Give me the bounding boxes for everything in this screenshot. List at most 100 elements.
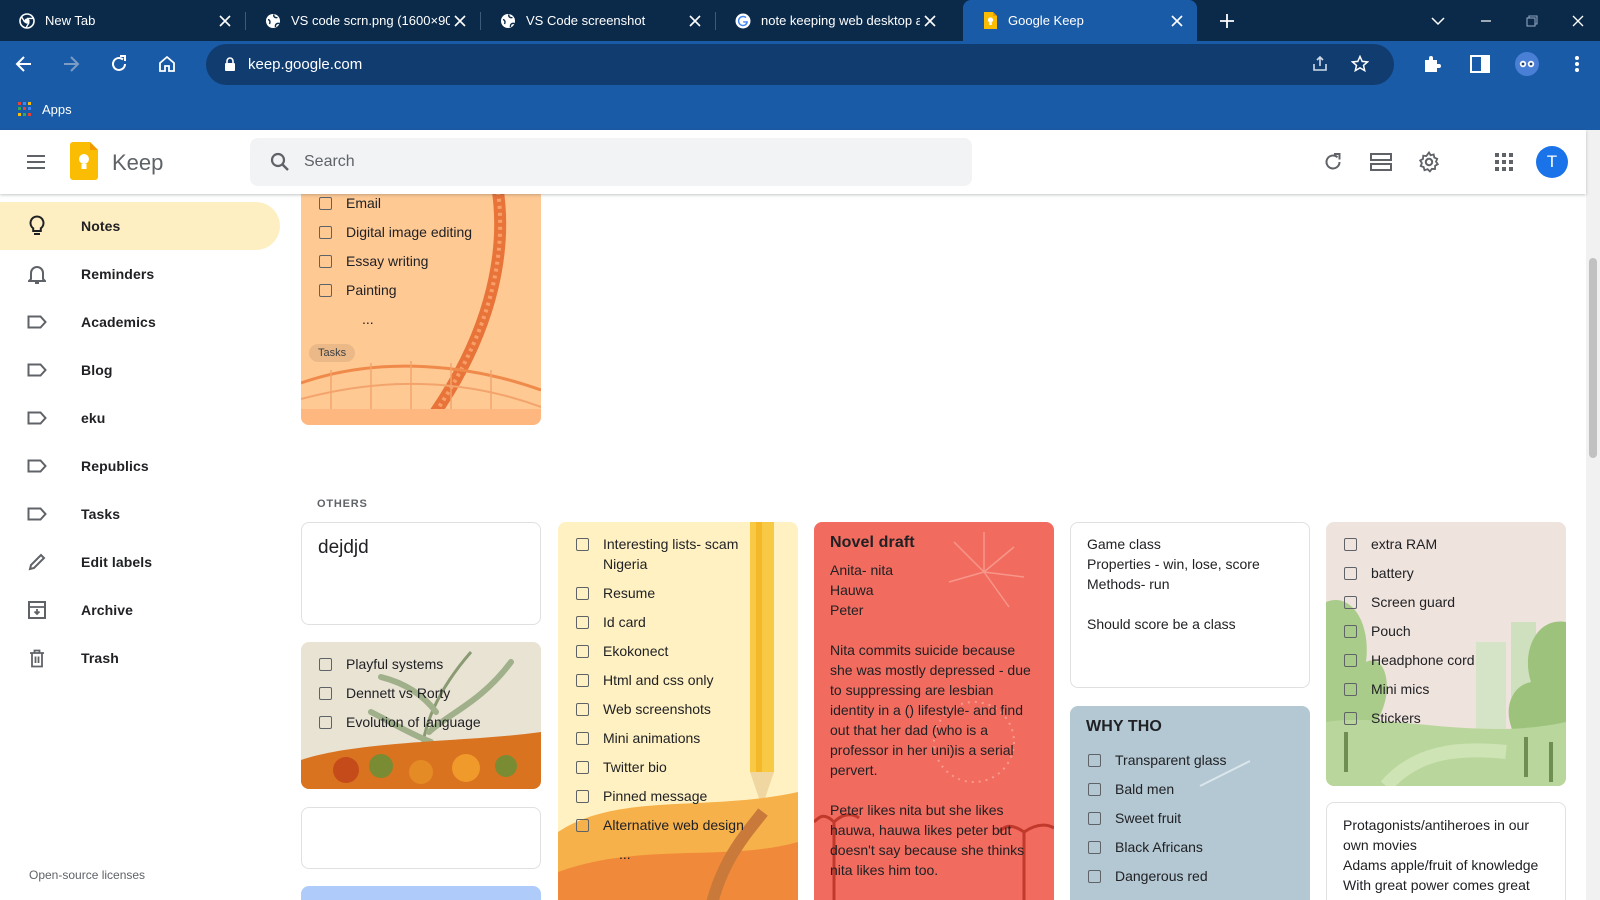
app-name[interactable]: Keep	[112, 150, 163, 176]
checkbox[interactable]	[576, 616, 589, 629]
sidebar-item-reminders[interactable]: Reminders	[0, 250, 280, 298]
home-button[interactable]	[151, 48, 183, 80]
minimize-button[interactable]	[1471, 6, 1501, 36]
note-extra-ram[interactable]: extra RAM battery Screen guard Pouch Hea…	[1326, 522, 1566, 786]
checkbox[interactable]	[319, 197, 332, 210]
account-avatar[interactable]: T	[1536, 146, 1568, 178]
refresh-button[interactable]	[1313, 142, 1353, 182]
sidebar-item-blog[interactable]: Blog	[0, 346, 280, 394]
checkbox[interactable]	[1344, 596, 1357, 609]
share-icon[interactable]	[1304, 48, 1336, 80]
side-panel-icon[interactable]	[1464, 48, 1496, 80]
close-icon[interactable]	[920, 11, 940, 31]
checklist-item: Transparent glass	[1115, 752, 1227, 768]
reload-button[interactable]	[103, 48, 135, 80]
checkbox[interactable]	[576, 587, 589, 600]
checkbox[interactable]	[1344, 712, 1357, 725]
checkbox[interactable]	[1088, 812, 1101, 825]
checkbox[interactable]	[1088, 783, 1101, 796]
profile-icon[interactable]	[1511, 48, 1543, 80]
new-tab-button[interactable]	[1214, 8, 1240, 34]
tab-search-button[interactable]	[1423, 6, 1453, 36]
forward-button[interactable]	[55, 48, 87, 80]
close-icon[interactable]	[685, 11, 705, 31]
checkbox[interactable]	[576, 645, 589, 658]
checkbox[interactable]	[319, 716, 332, 729]
checkbox[interactable]	[576, 819, 589, 832]
note-why-tho[interactable]: WHY THO Transparent glass Bald men Sweet…	[1070, 706, 1310, 900]
checklist-item: Dennett vs Rorty	[346, 685, 451, 701]
restore-button[interactable]	[1517, 6, 1547, 36]
sidebar-item-trash[interactable]: Trash	[0, 634, 280, 682]
checkbox[interactable]	[319, 284, 332, 297]
note-tasks[interactable]: Email Digital image editing Essay writin…	[301, 185, 541, 425]
note-dejdjd[interactable]: dejdjd	[301, 522, 541, 625]
checkbox[interactable]	[576, 790, 589, 803]
checkbox[interactable]	[576, 538, 589, 551]
sidebar-item-archive[interactable]: Archive	[0, 586, 280, 634]
bookmark-star-icon[interactable]	[1344, 48, 1376, 80]
close-window-button[interactable]	[1563, 6, 1593, 36]
tab-google-keep[interactable]: Google Keep	[963, 0, 1197, 41]
checkbox[interactable]	[576, 761, 589, 774]
label-chip[interactable]: Tasks	[309, 344, 356, 362]
checkbox[interactable]	[1344, 567, 1357, 580]
url-text[interactable]: keep.google.com	[248, 56, 362, 73]
keep-logo[interactable]	[70, 142, 98, 180]
search-bar[interactable]	[250, 138, 972, 186]
checkbox[interactable]	[319, 255, 332, 268]
open-source-licenses-link[interactable]: Open-source licenses	[29, 868, 145, 882]
close-icon[interactable]	[450, 11, 470, 31]
checkbox[interactable]	[1088, 841, 1101, 854]
sidebar-item-notes[interactable]: Notes	[0, 202, 280, 250]
checkbox[interactable]	[1088, 754, 1101, 767]
scrollbar-thumb[interactable]	[1589, 258, 1597, 458]
lock-icon[interactable]	[222, 57, 238, 72]
note-game-class[interactable]: Game class Properties - win, lose, score…	[1070, 522, 1310, 688]
checkbox[interactable]	[319, 687, 332, 700]
note-playful-systems[interactable]: Playful systems Dennett vs Rorty Evoluti…	[301, 642, 541, 789]
back-button[interactable]	[8, 48, 40, 80]
tab-new-tab[interactable]: New Tab	[0, 0, 245, 41]
checkbox[interactable]	[576, 674, 589, 687]
settings-button[interactable]	[1409, 142, 1449, 182]
sidebar-item-edit-labels[interactable]: Edit labels	[0, 538, 280, 586]
sidebar-item-academics[interactable]: Academics	[0, 298, 280, 346]
checkbox[interactable]	[319, 658, 332, 671]
checkbox[interactable]	[1344, 625, 1357, 638]
note-empty[interactable]	[301, 807, 541, 869]
checkbox[interactable]	[1088, 870, 1101, 883]
checkbox[interactable]	[1344, 654, 1357, 667]
page-scrollbar[interactable]	[1586, 130, 1600, 900]
checkbox[interactable]	[1344, 538, 1357, 551]
list-view-button[interactable]	[1361, 142, 1401, 182]
tab-note-keeping-search[interactable]: note keeping web desktop app	[716, 0, 950, 41]
search-icon[interactable]	[256, 138, 304, 186]
checkbox[interactable]	[576, 703, 589, 716]
sidebar-item-republics[interactable]: Republics	[0, 442, 280, 490]
note-blue[interactable]	[301, 886, 541, 900]
sidebar-item-tasks[interactable]: Tasks	[0, 490, 280, 538]
checkbox[interactable]	[319, 226, 332, 239]
sidebar-item-eku[interactable]: eku	[0, 394, 280, 442]
google-apps-button[interactable]	[1484, 142, 1524, 182]
main-menu-button[interactable]	[16, 142, 56, 182]
close-icon[interactable]	[1167, 11, 1187, 31]
note-interesting-lists[interactable]: Interesting lists- scam Nigeria Resume I…	[558, 522, 798, 900]
address-bar[interactable]: keep.google.com	[206, 44, 1394, 85]
close-icon[interactable]	[215, 11, 235, 31]
chevron-down-icon	[1431, 17, 1445, 26]
checklist-item: Painting	[346, 282, 397, 298]
note-protagonists[interactable]: Protagonists/antiheroes in our own movie…	[1326, 802, 1566, 900]
checklist-item: Twitter bio	[603, 759, 667, 775]
tab-vs-code-screenshot[interactable]: VS Code screenshot	[481, 0, 715, 41]
extensions-icon[interactable]	[1416, 48, 1448, 80]
search-input[interactable]	[304, 153, 972, 171]
apps-bookmark[interactable]: Apps	[18, 102, 72, 117]
tab-vs-code-scrn[interactable]: VS code scrn.png (1600×900)	[246, 0, 480, 41]
more-vert-icon[interactable]	[1561, 48, 1593, 80]
label-icon	[25, 406, 49, 430]
checkbox[interactable]	[1344, 683, 1357, 696]
note-novel-draft[interactable]: Novel draft Anita- nita Hauwa Peter Nita…	[814, 522, 1054, 900]
checkbox[interactable]	[576, 732, 589, 745]
